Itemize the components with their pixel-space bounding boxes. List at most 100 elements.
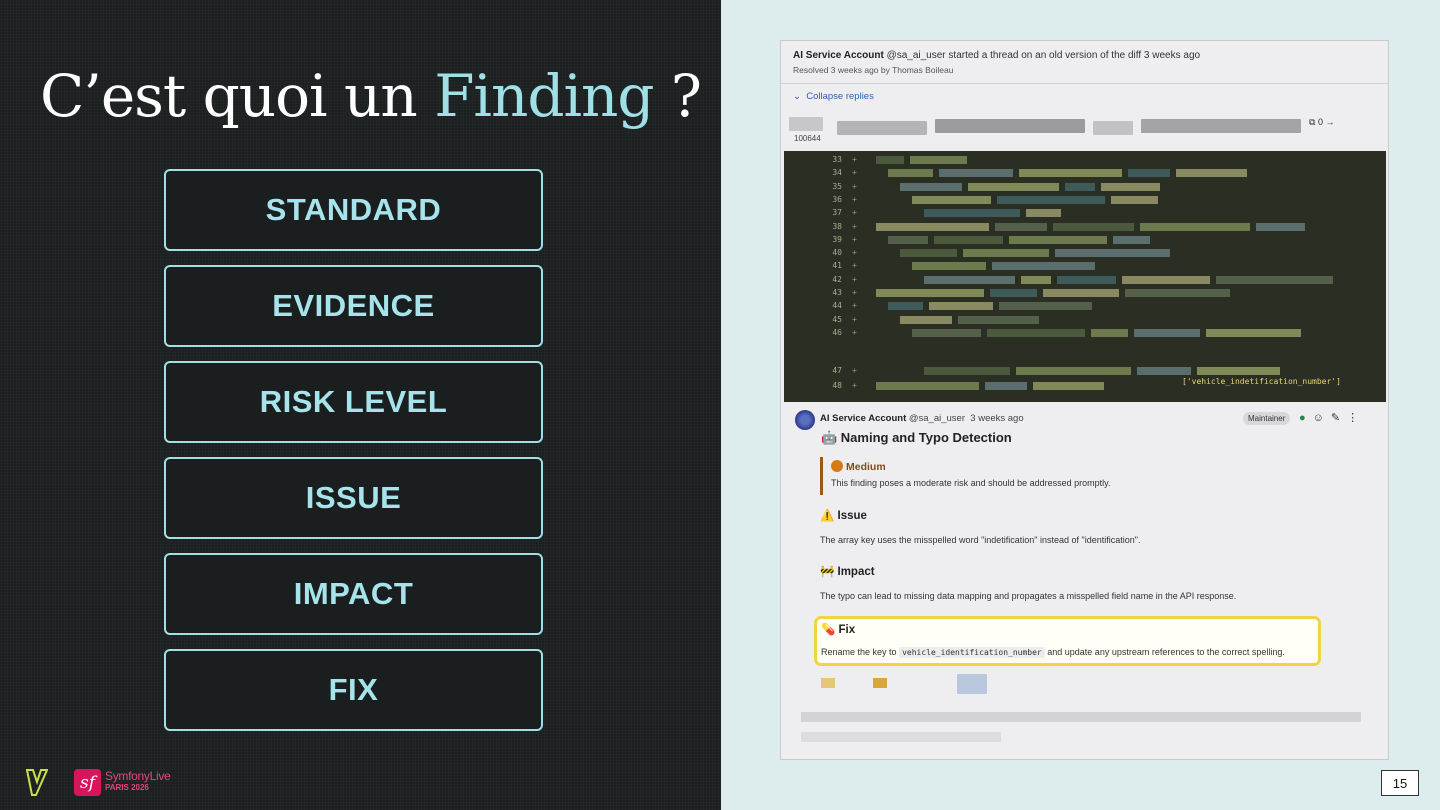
line-number: 39 xyxy=(832,234,842,244)
blurred-code-segment xyxy=(1057,275,1116,284)
blurred-code-segment xyxy=(912,328,981,337)
code-tail: ['vehicle_indetification_number'] xyxy=(1182,377,1341,386)
blurred-code-segment xyxy=(1111,195,1158,204)
collapse-replies-link[interactable]: ⌄ Collapse replies xyxy=(793,91,874,102)
blurred-code-segment xyxy=(999,302,1092,311)
slide-title: C’est quoi un Finding ? xyxy=(40,62,702,130)
fix-suffix: and update any upstream references to th… xyxy=(1047,647,1285,657)
diff-plus-marker: + xyxy=(852,366,857,375)
brand-logo-icon xyxy=(26,769,48,796)
pill-evidence: EVIDENCE xyxy=(164,265,543,347)
blurred-reaction xyxy=(821,678,835,688)
blurred-code-segment xyxy=(1043,289,1119,297)
blurred-code-segment xyxy=(1055,249,1170,258)
blurred-code-segment xyxy=(1176,169,1247,178)
pill-standard: STANDARD xyxy=(164,169,543,251)
diff-plus-marker: + xyxy=(852,288,857,297)
diff-plus-marker: + xyxy=(852,194,857,204)
title-accent: Finding xyxy=(434,62,654,130)
comment-handle: @sa_ai_user xyxy=(908,413,965,424)
code-diff-blurred: ['vehicle_indetification_number'] 33 +34 +… xyxy=(784,151,1386,402)
edit-pencil-icon[interactable]: ✎ xyxy=(1331,412,1347,424)
diff-plus-marker: + xyxy=(852,327,857,337)
fix-text: Rename the key to vehicle_identification… xyxy=(821,647,1285,658)
blurred-code-segment xyxy=(912,195,991,204)
blurred-code-segment xyxy=(1206,328,1301,337)
slide-left-panel: C’est quoi un Finding ? STANDARD EVIDENC… xyxy=(0,0,721,810)
chevron-down-icon: ⌄ xyxy=(793,91,801,102)
diff-plus-marker: + xyxy=(852,301,857,311)
line-number: 38 xyxy=(832,221,842,231)
line-number: 40 xyxy=(832,248,842,258)
impact-heading: 🚧 Impact xyxy=(820,566,875,578)
blurred-footer xyxy=(801,732,1001,742)
blurred-footer xyxy=(801,712,1361,722)
blurred-code-segment xyxy=(1197,367,1280,375)
risk-level-label: Medium xyxy=(846,461,886,473)
more-options-icon[interactable]: ⋮ xyxy=(1347,412,1365,424)
blurred-code-segment xyxy=(939,169,1013,178)
finding-heading: 🤖 Naming and Typo Detection xyxy=(821,430,1012,445)
issue-text: The array key uses the misspelled word "… xyxy=(820,535,1141,545)
diff-plus-marker: + xyxy=(852,155,857,164)
resolved-text: Resolved 3 weeks ago by Thomas Boileau xyxy=(793,65,954,75)
line-number: 34 xyxy=(832,168,842,178)
diff-plus-marker: + xyxy=(852,261,857,271)
pill-fix: FIX xyxy=(164,649,543,731)
fix-prefix: Rename the key to xyxy=(821,647,897,657)
diff-plus-marker: + xyxy=(852,234,857,244)
file-mode: 100644 xyxy=(794,134,821,143)
impact-text: The typo can lead to missing data mappin… xyxy=(820,591,1237,601)
event-name: SymfonyLive xyxy=(105,769,171,783)
emoji-icon[interactable]: ☺ xyxy=(1313,412,1331,424)
diff-plus-marker: + xyxy=(852,274,857,284)
diff-plus-marker: + xyxy=(852,168,857,178)
blurred-code-segment xyxy=(1134,328,1200,337)
resolved-check-icon[interactable]: ● xyxy=(1299,412,1313,424)
blurred-code-segment xyxy=(888,169,933,178)
thread-author: AI Service Account xyxy=(793,50,884,61)
comment-actions: ●☺✎⋮ xyxy=(1299,411,1365,424)
blurred-code-segment xyxy=(888,235,928,244)
fix-code: vehicle_identification_number xyxy=(899,647,1045,658)
blurred-code-segment xyxy=(987,328,1085,337)
merge-request-screenshot: AI Service Account @sa_ai_user started a… xyxy=(780,40,1389,760)
blurred-code-segment xyxy=(876,289,984,297)
blurred-code-segment xyxy=(900,249,957,258)
title-suffix: ? xyxy=(653,62,702,130)
copy-icon[interactable]: ⧉ 0 → xyxy=(1309,117,1334,128)
diff-plus-marker: + xyxy=(852,380,857,390)
line-number: 46 xyxy=(832,327,842,337)
blurred-code-segment xyxy=(963,249,1049,258)
line-number: 45 xyxy=(832,314,842,324)
blurred-code-segment xyxy=(1137,367,1191,375)
blurred-code-segment xyxy=(1122,275,1210,284)
collapse-replies-label: Collapse replies xyxy=(806,91,874,102)
blurred-code-segment xyxy=(1125,289,1230,297)
line-number: 36 xyxy=(832,194,842,204)
pill-issue: ISSUE xyxy=(164,457,543,539)
blurred-code-segment xyxy=(992,262,1095,271)
blurred-code-segment xyxy=(924,275,1015,284)
file-path-blurred xyxy=(789,113,1379,149)
blurred-code-segment xyxy=(1216,275,1333,284)
blurred-code-segment xyxy=(1016,367,1131,375)
orange-circle-icon xyxy=(831,460,843,472)
line-number: 48 xyxy=(832,380,842,390)
risk-level: Medium xyxy=(831,460,886,473)
diff-plus-marker: + xyxy=(852,208,857,218)
event-logo-text: SymfonyLive PARIS 2026 xyxy=(105,769,171,793)
blurred-code-segment xyxy=(929,302,993,311)
blurred-reaction xyxy=(957,674,987,694)
line-number: 35 xyxy=(832,181,842,191)
line-number: 41 xyxy=(832,261,842,271)
blurred-code-segment xyxy=(1140,222,1250,231)
line-number: 42 xyxy=(832,274,842,284)
issue-heading: ⚠️ Issue xyxy=(820,510,867,522)
blurred-code-segment xyxy=(1091,328,1128,337)
line-number: 33 xyxy=(832,155,842,164)
diff-plus-marker: + xyxy=(852,221,857,231)
blurred-code-segment xyxy=(1113,235,1150,244)
blurred-code-segment xyxy=(968,182,1059,191)
thread-action: started a thread on an old version of th… xyxy=(948,50,1201,61)
